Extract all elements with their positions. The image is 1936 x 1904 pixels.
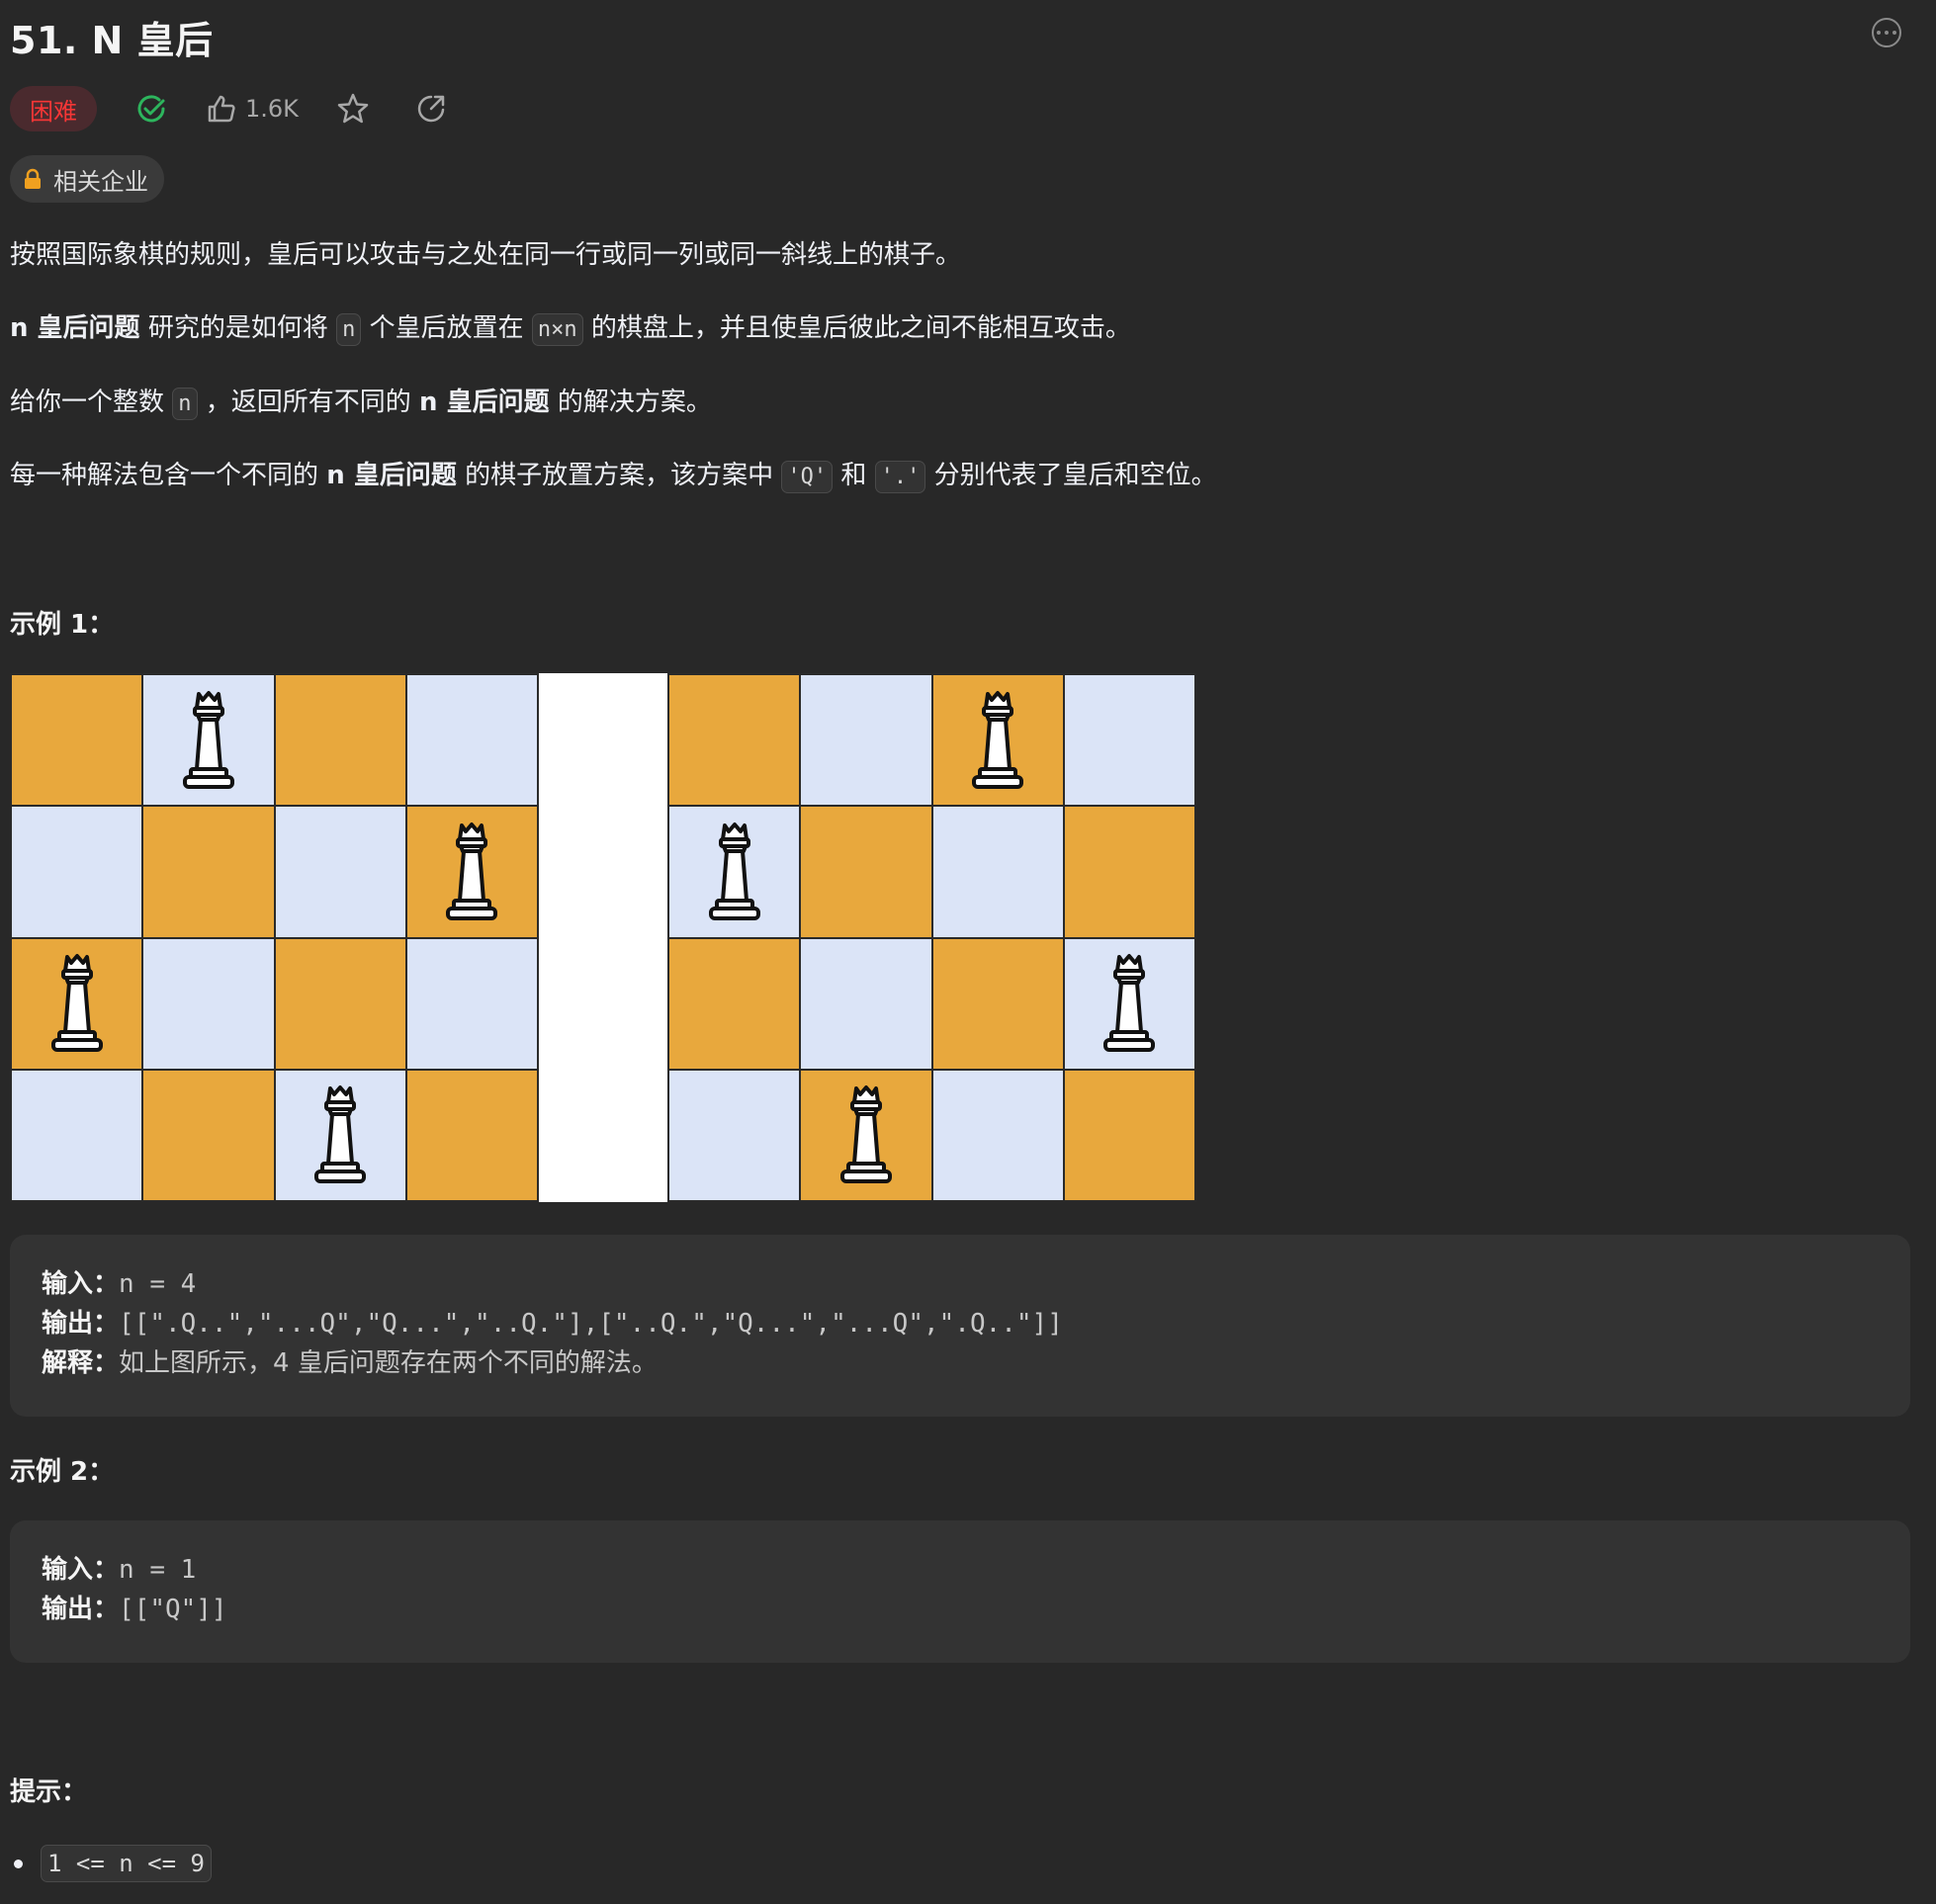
example-2-heading: 示例 2：	[10, 1457, 115, 1487]
queen-icon	[972, 690, 1024, 789]
board-cell	[932, 807, 1063, 937]
bold-term: n 皇后问题	[419, 388, 550, 417]
queen-icon	[1103, 954, 1156, 1053]
share-button[interactable]	[415, 93, 447, 125]
example-2-code-block: 输入：n = 1 输出：[["Q"]]	[10, 1520, 1910, 1663]
lock-icon	[25, 168, 41, 189]
bold-term: n 皇后问题	[326, 461, 457, 490]
queen-icon	[182, 690, 234, 789]
input-value: n = 1	[119, 1555, 197, 1585]
like-count: 1.6K	[245, 95, 299, 123]
output-value: [["Q"]]	[119, 1595, 227, 1624]
inline-code: '.'	[874, 461, 926, 493]
thumb-up-icon	[208, 95, 235, 123]
text: 的棋子放置方案，该方案中	[456, 461, 782, 490]
inline-code: n×n	[531, 313, 583, 346]
inline-code: 1 <= n <= 9	[41, 1845, 212, 1882]
input-value: n = 4	[119, 1269, 197, 1299]
text: ，返回所有不同的	[197, 388, 420, 417]
board-cell	[1064, 938, 1194, 1069]
description-paragraph-2: n 皇后问题 研究的是如何将 n 个皇后放置在 n×n 的棋盘上，并且使皇后彼此…	[10, 311, 1131, 347]
board-cell	[143, 938, 274, 1069]
inline-code: n	[172, 388, 198, 420]
chessboard	[10, 673, 539, 1202]
text: 给你一个整数	[10, 388, 173, 417]
board-cell	[932, 1070, 1063, 1200]
text: 的解决方案。	[549, 388, 712, 417]
output-label: 输出：	[42, 1309, 120, 1339]
text: 分别代表了皇后和空位。	[925, 461, 1217, 490]
description-paragraph-4: 每一种解法包含一个不同的 n 皇后问题 的棋子放置方案，该方案中 'Q' 和 '…	[10, 459, 1217, 494]
difficulty-badge: 困难	[10, 86, 97, 131]
hints-heading: 提示：	[10, 1777, 88, 1807]
board-cell	[669, 807, 800, 937]
board-cell	[143, 807, 274, 937]
like-button[interactable]: 1.6K	[206, 93, 299, 125]
board-cell	[406, 675, 537, 806]
board-cell	[406, 807, 537, 937]
text: 每一种解法包含一个不同的	[10, 461, 327, 490]
inline-code: 'Q'	[781, 461, 834, 493]
board-cell	[801, 807, 931, 937]
description-paragraph-1: 按照国际象棋的规则，皇后可以攻击与之处在同一行或同一列或同一斜线上的棋子。	[10, 240, 962, 270]
queen-icon	[446, 822, 498, 920]
board-cell	[1064, 1070, 1194, 1200]
text: 和	[833, 461, 875, 490]
board-cell	[932, 675, 1063, 806]
board-cell	[669, 938, 800, 1069]
check-circle-icon	[137, 95, 165, 123]
board-cell	[669, 1070, 800, 1200]
board-cell	[801, 938, 931, 1069]
description-paragraph-3: 给你一个整数 n ，返回所有不同的 n 皇后问题 的解决方案。	[10, 386, 712, 421]
board-cell	[275, 1070, 405, 1200]
related-companies-tag[interactable]: 相关企业	[10, 155, 164, 203]
example-1-code-block: 输入：n = 4 输出：[[".Q..","...Q","Q...","..Q.…	[10, 1235, 1910, 1417]
queen-icon	[314, 1085, 367, 1184]
queen-icon	[50, 954, 103, 1053]
board-cell	[12, 807, 142, 937]
queen-icon	[839, 1085, 892, 1184]
board-cell	[1064, 675, 1194, 806]
board-cell	[12, 938, 142, 1069]
board-cell	[406, 938, 537, 1069]
board-cell	[275, 938, 405, 1069]
board-cell	[12, 675, 142, 806]
board-cell	[669, 675, 800, 806]
chessboard	[667, 673, 1196, 1202]
output-label: 输出：	[42, 1595, 120, 1624]
text: 个皇后放置在	[361, 313, 532, 343]
board-cell	[932, 938, 1063, 1069]
input-label: 输入：	[42, 1555, 120, 1585]
star-icon	[337, 93, 369, 124]
bold-term: n 皇后问题	[10, 313, 140, 343]
related-companies-label: 相关企业	[53, 167, 148, 196]
board-cell	[275, 675, 405, 806]
board-cell	[275, 807, 405, 937]
problem-title: 51. N 皇后	[10, 19, 214, 62]
text: 研究的是如何将	[139, 313, 337, 343]
bullet-icon	[14, 1859, 23, 1868]
board-cell	[1064, 807, 1194, 937]
board-cell	[143, 675, 274, 806]
solved-status	[134, 92, 168, 126]
favorite-button[interactable]	[336, 92, 370, 126]
queen-icon	[708, 822, 760, 920]
more-icon[interactable]	[1872, 18, 1901, 47]
example-1-image	[10, 673, 1196, 1202]
output-value: [[".Q..","...Q","Q...","..Q."],["..Q.","…	[119, 1309, 1063, 1339]
board-cell	[406, 1070, 537, 1200]
share-icon	[417, 95, 445, 123]
board-cell	[801, 1070, 931, 1200]
explanation-label: 解释：	[42, 1348, 120, 1378]
example-1-heading: 示例 1：	[10, 610, 115, 640]
input-label: 输入：	[42, 1269, 120, 1299]
problem-meta-row: 困难 1.6K	[10, 84, 447, 133]
hint-list-item: 1 <= n <= 9	[14, 1845, 212, 1882]
board-cell	[801, 675, 931, 806]
explanation-value: 如上图所示，4 皇后问题存在两个不同的解法。	[119, 1348, 658, 1378]
text: 的棋盘上，并且使皇后彼此之间不能相互攻击。	[582, 313, 1131, 343]
board-cell	[143, 1070, 274, 1200]
inline-code: n	[336, 313, 362, 346]
board-cell	[12, 1070, 142, 1200]
